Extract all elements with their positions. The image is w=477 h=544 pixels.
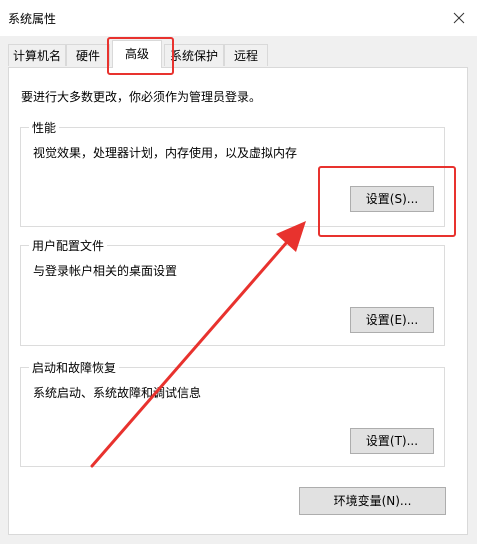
- startup-recovery-settings-button[interactable]: 设置(T)...: [350, 428, 434, 454]
- environment-variables-button[interactable]: 环境变量(N)...: [299, 487, 446, 515]
- startup-recovery-group-title: 启动和故障恢复: [29, 359, 120, 376]
- tab-advanced[interactable]: 高级: [112, 40, 162, 68]
- performance-group: 性能 视觉效果，处理器计划，内存使用，以及虚拟内存 设置(S)...: [20, 119, 445, 227]
- close-icon: [453, 12, 465, 24]
- user-profiles-group-title: 用户配置文件: [29, 237, 108, 254]
- admin-notice: 要进行大多数更改，你必须作为管理员登录。: [21, 90, 262, 104]
- window-title: 系统属性: [8, 12, 57, 26]
- user-profiles-settings-button[interactable]: 设置(E)...: [350, 307, 434, 333]
- startup-recovery-group: 启动和故障恢复 系统启动、系统故障和调试信息 设置(T)...: [20, 359, 445, 467]
- performance-description: 视觉效果，处理器计划，内存使用，以及虚拟内存: [33, 146, 298, 160]
- user-profiles-description: 与登录帐户相关的桌面设置: [33, 264, 178, 278]
- performance-settings-button[interactable]: 设置(S)...: [350, 186, 434, 212]
- title-bar: 系统属性: [0, 0, 477, 36]
- close-button[interactable]: [447, 6, 471, 30]
- performance-group-title: 性能: [29, 119, 60, 136]
- tab-remote[interactable]: 远程: [224, 44, 268, 66]
- tab-system-protection[interactable]: 系统保护: [164, 44, 224, 66]
- startup-recovery-description: 系统启动、系统故障和调试信息: [33, 386, 202, 400]
- tab-hardware[interactable]: 硬件: [66, 44, 110, 66]
- tab-computer-name[interactable]: 计算机名: [8, 44, 66, 66]
- user-profiles-group: 用户配置文件 与登录帐户相关的桌面设置 设置(E)...: [20, 237, 445, 346]
